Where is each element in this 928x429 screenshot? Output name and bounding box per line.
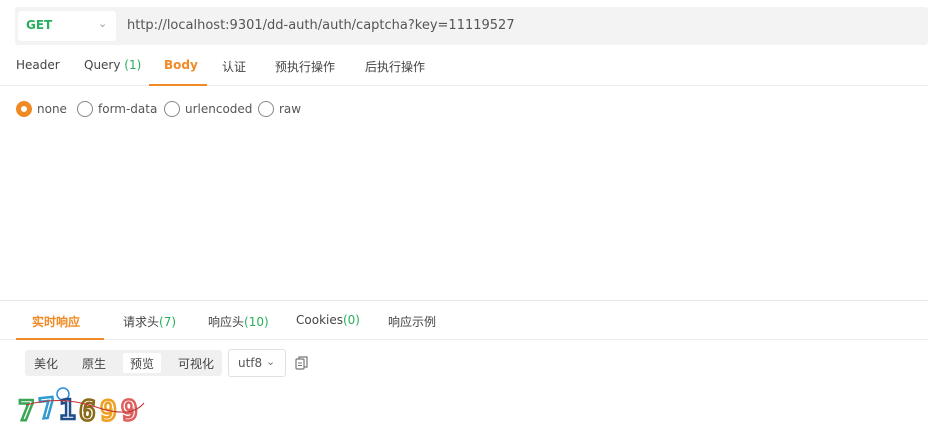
tab-query[interactable]: Query (1) bbox=[84, 58, 141, 72]
captcha-char-2: 7 bbox=[37, 391, 57, 425]
radio-checked-icon bbox=[16, 101, 32, 117]
method-select[interactable]: GET ⌄ bbox=[18, 11, 116, 41]
captcha-graphic: 7 7 1 6 9 9 bbox=[17, 387, 145, 429]
tab-cookies[interactable]: Cookies(0) bbox=[296, 313, 360, 327]
request-tabs: Header Query (1) Body 认证 预执行操作 后执行操作 bbox=[0, 48, 928, 86]
tab-post-request[interactable]: 后执行操作 bbox=[365, 58, 425, 75]
encoding-label: utf8 bbox=[238, 356, 263, 370]
view-visualize-button[interactable]: 可视化 bbox=[171, 353, 221, 373]
body-type-radio-group: none form-data urlencoded raw bbox=[16, 100, 416, 118]
view-raw-button[interactable]: 原生 bbox=[75, 353, 113, 373]
captcha-char-1: 7 bbox=[18, 394, 35, 425]
tab-live-response[interactable]: 实时响应 bbox=[32, 313, 80, 330]
tab-pre-request[interactable]: 预执行操作 bbox=[275, 58, 335, 75]
view-preview-button[interactable]: 预览 bbox=[123, 353, 162, 373]
tab-header[interactable]: Header bbox=[16, 58, 60, 72]
captcha-char-3: 1 bbox=[59, 393, 76, 425]
radio-unchecked-icon bbox=[164, 101, 180, 117]
response-tabs: 实时响应 请求头(7) 响应头(10) Cookies(0) 响应示例 bbox=[0, 301, 928, 340]
encoding-select[interactable]: utf8 ⌄ bbox=[228, 349, 286, 377]
active-tab-indicator bbox=[149, 84, 207, 86]
tab-body[interactable]: Body bbox=[164, 58, 198, 72]
radio-unchecked-icon bbox=[77, 101, 93, 117]
view-mode-group: 美化 原生 预览 可视化 bbox=[25, 350, 222, 376]
captcha-char-4: 6 bbox=[78, 393, 98, 425]
chevron-down-icon: ⌄ bbox=[98, 17, 108, 30]
tab-response-examples[interactable]: 响应示例 bbox=[388, 313, 436, 330]
response-toolbar: 美化 原生 预览 可视化 utf8 ⌄ bbox=[0, 348, 928, 378]
captcha-image: 7 7 1 6 9 9 bbox=[16, 385, 146, 429]
copy-icon[interactable] bbox=[295, 355, 309, 371]
tab-request-headers[interactable]: 请求头(7) bbox=[123, 313, 176, 330]
url-input[interactable]: http://localhost:9301/dd-auth/auth/captc… bbox=[127, 18, 515, 33]
radio-unchecked-icon bbox=[258, 101, 274, 117]
view-beautify-button[interactable]: 美化 bbox=[27, 353, 65, 373]
tab-auth[interactable]: 认证 bbox=[222, 58, 246, 75]
method-label: GET bbox=[26, 18, 53, 32]
tab-response-headers[interactable]: 响应头(10) bbox=[208, 313, 269, 330]
tab-query-count: (1) bbox=[124, 58, 142, 72]
request-url-bar: GET ⌄ http://localhost:9301/dd-auth/auth… bbox=[15, 7, 928, 45]
chevron-down-icon: ⌄ bbox=[266, 355, 276, 368]
active-response-tab-indicator bbox=[16, 338, 104, 340]
